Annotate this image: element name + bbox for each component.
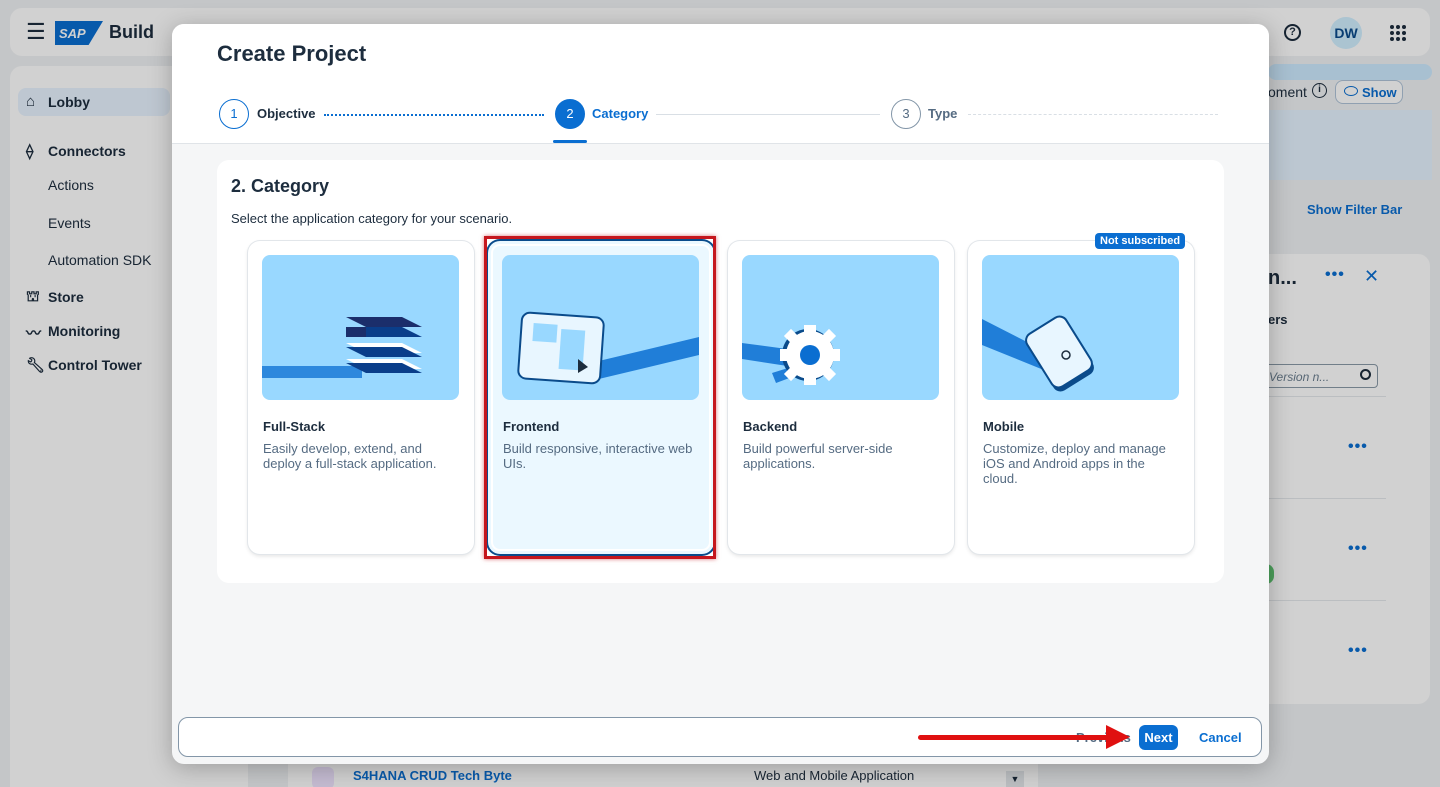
section-description: Select the application category for your… — [231, 211, 513, 226]
arrow-annotation-line — [918, 735, 1110, 740]
card-description: Build responsive, interactive web UIs. — [503, 441, 693, 471]
backend-illustration — [742, 255, 939, 400]
step-connector — [324, 114, 544, 116]
step-3-number[interactable]: 3 — [891, 99, 921, 129]
step-1-label[interactable]: Objective — [257, 106, 316, 121]
dialog-header: Create Project 1 Objective 2 Category 3 … — [172, 24, 1269, 144]
step-1-number[interactable]: 1 — [219, 99, 249, 129]
step-connector — [968, 114, 1218, 115]
mobile-illustration — [982, 255, 1179, 400]
category-card-mobile[interactable]: Mobile Customize, deploy and manage iOS … — [968, 241, 1194, 554]
card-title: Full-Stack — [263, 419, 326, 434]
step-connector — [656, 114, 880, 115]
category-panel: 2. Category Select the application categ… — [217, 160, 1224, 583]
create-project-dialog: Create Project 1 Objective 2 Category 3 … — [172, 24, 1269, 764]
category-card-backend[interactable]: Backend Build powerful server-side appli… — [728, 241, 954, 554]
step-3-label[interactable]: Type — [928, 106, 957, 121]
category-card-full-stack[interactable]: Full-Stack Easily develop, extend, and d… — [248, 241, 474, 554]
arrow-annotation-head — [1106, 725, 1130, 749]
dialog-title: Create Project — [217, 41, 367, 66]
step-2-label[interactable]: Category — [592, 106, 648, 121]
card-title: Mobile — [983, 419, 1025, 434]
card-description: Easily develop, extend, and deploy a ful… — [263, 441, 437, 471]
section-title: 2. Category — [231, 176, 330, 196]
frontend-illustration — [502, 255, 699, 400]
full-stack-illustration — [262, 255, 459, 400]
card-description: Build powerful server-side applications. — [743, 441, 893, 471]
card-description: Customize, deploy and manage iOS and And… — [983, 441, 1166, 486]
card-title: Frontend — [503, 419, 560, 434]
next-button[interactable]: Next — [1139, 725, 1178, 750]
category-card-frontend[interactable]: Frontend Build responsive, interactive w… — [488, 241, 714, 554]
step-2-number[interactable]: 2 — [555, 99, 585, 129]
active-step-indicator — [553, 140, 587, 143]
cancel-button[interactable]: Cancel — [1199, 730, 1242, 745]
card-title: Backend — [743, 419, 798, 434]
not-subscribed-badge: Not subscribed — [1095, 233, 1186, 249]
